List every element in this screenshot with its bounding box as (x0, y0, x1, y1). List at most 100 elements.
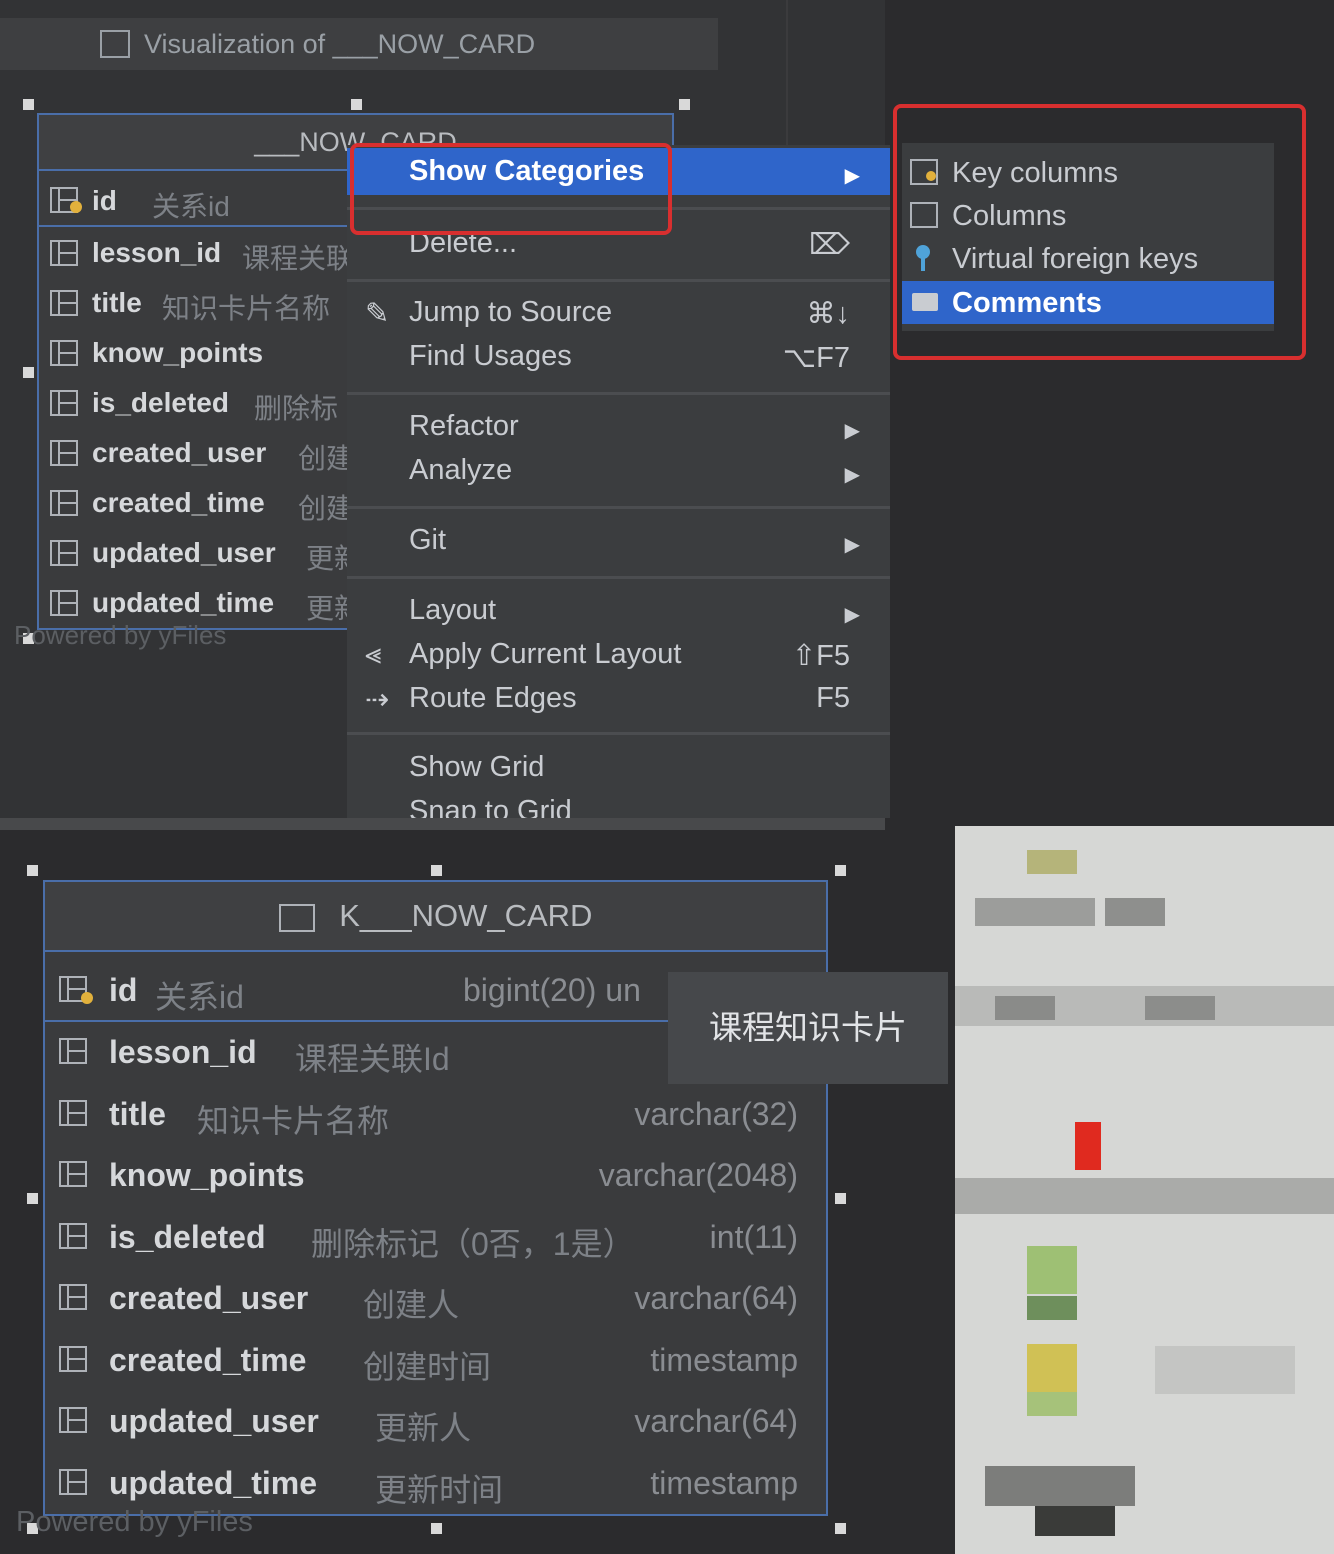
diagram-icon (100, 30, 130, 58)
resize-handle[interactable] (23, 367, 34, 378)
menu-item-analyze[interactable]: Analyze ▶ (347, 450, 890, 494)
tooltip-text: 课程知识卡片 (709, 1009, 907, 1046)
table-row[interactable]: created_user 创建人 varchar(64) (45, 1268, 826, 1330)
column-name: know_points (92, 337, 264, 368)
resize-handle[interactable] (835, 1193, 846, 1204)
route-edges-icon: ⇢ (365, 684, 390, 716)
resize-handle[interactable] (27, 1193, 38, 1204)
column-icon (50, 490, 78, 516)
column-name: lesson_id (109, 1034, 257, 1070)
annotation-highlight-submenu (893, 104, 1306, 360)
table-row[interactable]: updated_time 更新时间 timestamp (45, 1453, 826, 1515)
resize-handle[interactable] (835, 1523, 846, 1534)
table-row[interactable]: updated_user 更新人 varchar(64) (45, 1391, 826, 1453)
pencil-icon: ✎ (365, 298, 390, 330)
column-comment: 关系id (155, 979, 244, 1015)
menu-shortcut: ⇧F5 (791, 640, 850, 672)
column-icon (50, 240, 78, 266)
table-name: K___NOW_CARD (339, 898, 593, 933)
table-row[interactable]: title 知识卡片名称 varchar(32) (45, 1084, 826, 1146)
resize-handle[interactable] (835, 865, 846, 876)
menu-item-layout[interactable]: Layout ▶ (347, 590, 890, 634)
column-icon (50, 340, 78, 366)
column-icon (59, 1468, 87, 1495)
menu-item-label: Git (409, 524, 447, 556)
annotation-highlight-show-categories (350, 143, 672, 235)
column-name: title (109, 1095, 166, 1132)
resize-handle[interactable] (351, 99, 362, 110)
menu-shortcut: ⌦ (808, 229, 850, 261)
column-name: is_deleted (92, 387, 229, 418)
menu-item-snap-to-grid[interactable]: Snap to Grid (347, 791, 890, 818)
table-row[interactable]: is_deleted 删除标记（0否，1是） int(11) (45, 1207, 826, 1269)
menu-item-apply-current-layout[interactable]: ⪡ Apply Current Layout ⇧F5 (347, 634, 890, 678)
resize-handle[interactable] (431, 1523, 442, 1534)
column-name: id (92, 185, 117, 216)
key-icon (81, 992, 93, 1004)
column-comment: 课程关联Id (295, 1041, 450, 1077)
menu-item-git[interactable]: Git ▶ (347, 520, 890, 564)
table-row[interactable]: know_points varchar(2048) (45, 1145, 826, 1207)
pixelated-image (955, 826, 1334, 1554)
menu-separator (347, 392, 890, 395)
key-icon (70, 201, 82, 213)
menu-item-label: Apply Current Layout (409, 638, 682, 670)
resize-handle[interactable] (23, 99, 34, 110)
menu-shortcut: ⌥F7 (782, 342, 850, 374)
menu-item-find-usages[interactable]: Find Usages ⌥F7 (347, 336, 890, 380)
visualization-title: Visualization of ___NOW_CARD (144, 29, 536, 59)
column-comment: 知识卡片名称 (162, 293, 331, 324)
column-name: created_time (92, 487, 265, 518)
column-comment: 创建时间 (363, 1348, 492, 1385)
column-icon (50, 540, 78, 566)
context-menu: Show Categories ▶ Delete... ⌦ ✎ Jump to … (347, 145, 890, 818)
column-comment: 关系id (152, 191, 230, 222)
menu-shortcut: ⌘↓ (806, 298, 851, 330)
column-comment: 创建 (298, 443, 355, 474)
column-icon (50, 590, 78, 616)
menu-item-label: Analyze (409, 454, 513, 486)
submenu-arrow-icon: ▶ (844, 464, 860, 486)
column-icon (59, 1284, 87, 1310)
column-type: timestamp (650, 1464, 798, 1501)
column-comment: 创建人 (363, 1287, 460, 1323)
column-name: is_deleted (109, 1218, 266, 1255)
column-name: created_time (109, 1341, 307, 1378)
column-name: created_user (92, 437, 267, 468)
menu-separator (347, 732, 890, 735)
column-comment: 课程关联 (242, 243, 355, 274)
menu-item-show-grid[interactable]: Show Grid (347, 747, 890, 791)
menu-item-route-edges[interactable]: ⇢ Route Edges F5 (347, 678, 890, 722)
menu-item-refactor[interactable]: Refactor ▶ (347, 406, 890, 450)
visualization-tab[interactable]: Visualization of ___NOW_CARD (0, 18, 718, 70)
column-type: varchar(32) (634, 1095, 798, 1132)
screenshot-divider (0, 818, 885, 830)
column-comment: 更新人 (375, 1410, 472, 1446)
column-icon (59, 1222, 87, 1249)
resize-handle[interactable] (431, 865, 442, 876)
column-name: title (92, 287, 142, 318)
menu-item-label: Route Edges (409, 682, 577, 714)
column-name: updated_time (92, 587, 275, 618)
column-icon (59, 1038, 87, 1064)
column-comment: 删除标 (254, 393, 339, 424)
column-icon (50, 390, 78, 416)
table-row[interactable]: created_time 创建时间 timestamp (45, 1330, 826, 1392)
column-name: updated_user (92, 537, 276, 568)
column-comment: 更新时间 (375, 1471, 504, 1508)
menu-separator (347, 506, 890, 509)
menu-item-label: Refactor (409, 410, 519, 442)
column-name: updated_time (109, 1464, 318, 1501)
resize-handle[interactable] (27, 865, 38, 876)
menu-item-jump-to-source[interactable]: ✎ Jump to Source ⌘↓ (347, 292, 890, 336)
menu-item-label: Jump to Source (409, 296, 613, 328)
resize-handle[interactable] (679, 99, 690, 110)
menu-item-label: Find Usages (409, 340, 572, 372)
column-icon (50, 290, 78, 316)
column-icon (59, 1345, 87, 1372)
menu-item-label: Snap to Grid (409, 795, 572, 818)
column-icon (59, 1407, 87, 1433)
column-name: id (109, 972, 138, 1008)
column-icon (50, 440, 78, 466)
submenu-arrow-icon: ▶ (844, 604, 860, 626)
